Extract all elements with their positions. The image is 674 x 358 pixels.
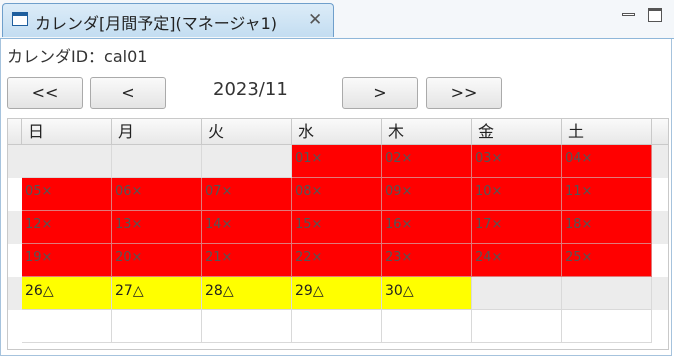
empty-day-cell [472,310,562,343]
calendar-view-icon [12,12,28,26]
day-cell[interactable]: 11× [562,178,652,211]
day-cell[interactable]: 24× [472,244,562,277]
day-cell[interactable]: 21× [202,244,292,277]
month-calendar-grid: 日月火水木金土 01× 02× 03× 04× 05× 06× 07× 08× 09× 10× 11×… [7,118,669,350]
empty-day-cell [22,145,112,178]
calendar-id-label: カレンダID：cal01 [7,47,148,66]
day-cell[interactable]: 03× [472,145,562,178]
day-cell[interactable]: 17× [472,211,562,244]
weekday-header: 水 [292,119,382,145]
day-cell[interactable]: 29△ [292,277,382,310]
weekday-header: 金 [472,119,562,145]
next-month-button[interactable]: > [342,77,418,109]
day-cell[interactable]: 12× [22,211,112,244]
prev-year-button[interactable]: << [7,77,83,109]
day-cell[interactable]: 10× [472,178,562,211]
empty-day-cell [202,310,292,343]
day-cell[interactable]: 27△ [112,277,202,310]
current-month-label: 2023/11 [213,79,288,100]
day-cell[interactable]: 07× [202,178,292,211]
minimize-icon[interactable] [622,8,636,22]
empty-day-cell [292,310,382,343]
weekday-header: 火 [202,119,292,145]
empty-day-cell [112,145,202,178]
empty-day-cell [562,310,652,343]
empty-day-cell [112,310,202,343]
weekday-header: 月 [112,119,202,145]
calendar-view-content: カレンダID：cal01 << < 2023/11 > >> 日月火水木金土 01… [0,39,672,356]
day-cell[interactable]: 19× [22,244,112,277]
day-cell[interactable]: 06× [112,178,202,211]
day-cell[interactable]: 05× [22,178,112,211]
next-year-button[interactable]: >> [426,77,502,109]
day-cell[interactable]: 16× [382,211,472,244]
weekday-header: 土 [562,119,652,145]
tab-title: カレンダ[月間予定](マネージャ1) [35,14,278,33]
day-cell[interactable]: 09× [382,178,472,211]
weekday-header: 木 [382,119,472,145]
maximize-icon[interactable] [648,8,662,22]
grid-corner-header [8,119,22,145]
day-cell[interactable]: 14× [202,211,292,244]
day-cell[interactable]: 04× [562,145,652,178]
day-cell[interactable]: 08× [292,178,382,211]
weekday-header: 日 [22,119,112,145]
close-icon[interactable]: ✕ [308,10,322,30]
empty-day-cell [472,277,562,310]
day-cell[interactable]: 02× [382,145,472,178]
day-cell[interactable]: 23× [382,244,472,277]
day-cell[interactable]: 25× [562,244,652,277]
day-cell[interactable]: 22× [292,244,382,277]
day-cell[interactable]: 13× [112,211,202,244]
empty-day-cell [202,145,292,178]
day-cell[interactable]: 20× [112,244,202,277]
prev-month-button[interactable]: < [90,77,166,109]
day-cell[interactable]: 18× [562,211,652,244]
header-filler [652,119,668,145]
day-cell[interactable]: 26△ [22,277,112,310]
view-titlebar: カレンダ[月間予定](マネージャ1) ✕ [0,0,674,39]
day-cell[interactable]: 30△ [382,277,472,310]
day-cell[interactable]: 01× [292,145,382,178]
empty-day-cell [22,310,112,343]
day-cell[interactable]: 28△ [202,277,292,310]
day-cell[interactable]: 15× [292,211,382,244]
empty-day-cell [382,310,472,343]
empty-day-cell [562,277,652,310]
view-tab[interactable]: カレンダ[月間予定](マネージャ1) ✕ [2,3,334,37]
